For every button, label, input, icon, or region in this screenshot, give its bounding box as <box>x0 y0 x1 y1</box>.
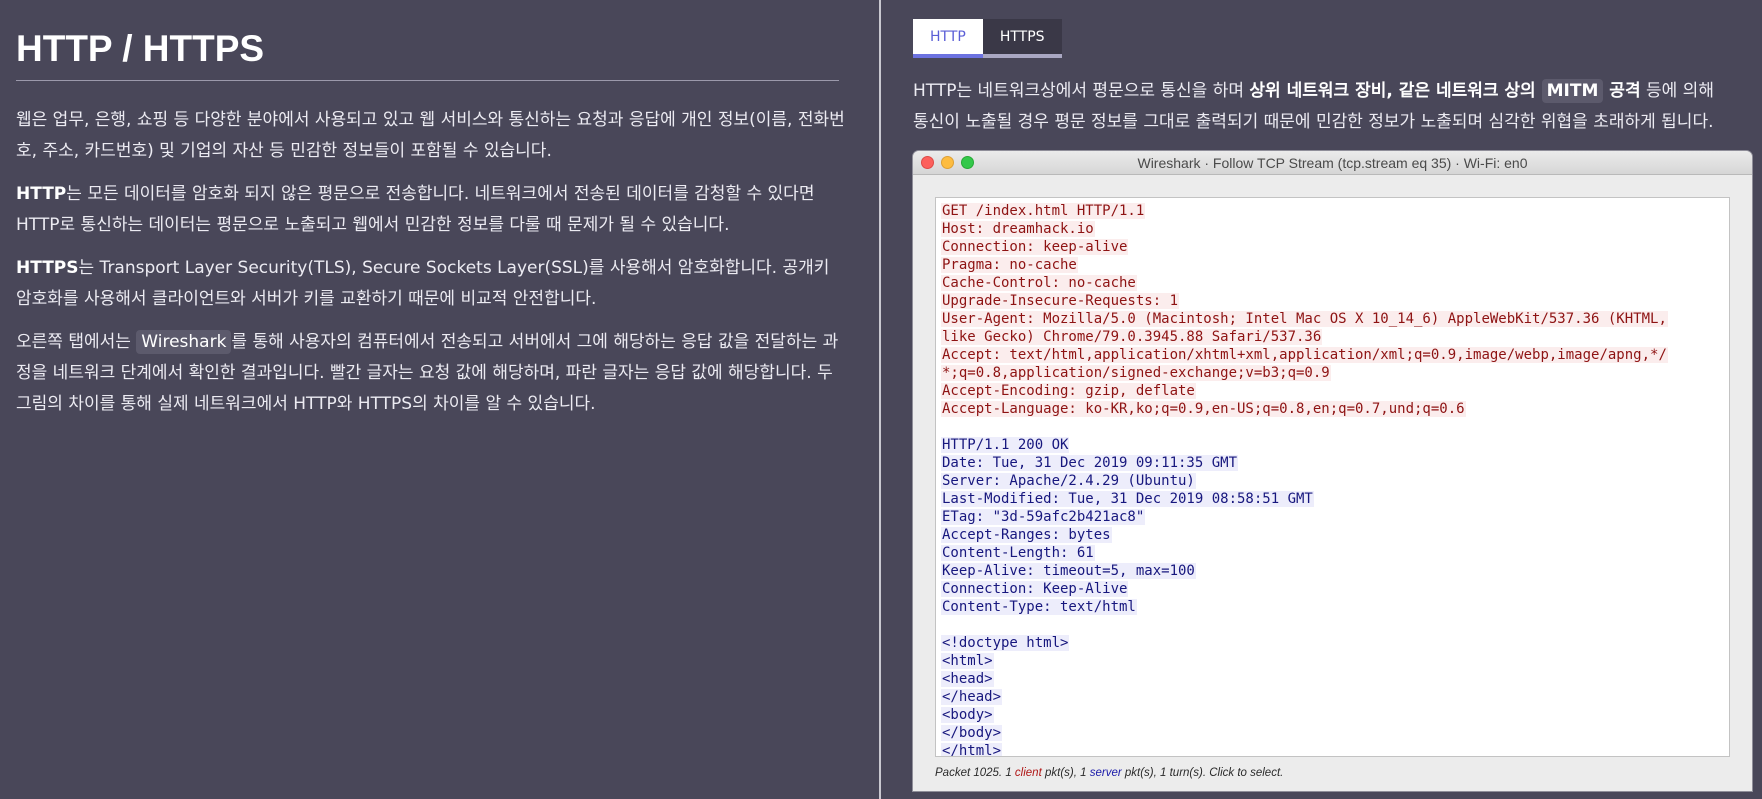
https-paragraph-text: 는 Transport Layer Security(TLS), Secure … <box>16 258 830 309</box>
mitm-chip: MITM <box>1541 79 1604 103</box>
status-mid: pkt(s), 1 <box>1041 767 1090 779</box>
response-body-block: <!doctype html> <html> <head> </head> <body>… <box>941 634 1724 757</box>
response-body-line: <!doctype html> <box>941 634 1724 652</box>
status-client: client <box>1014 767 1042 779</box>
request-line: Connection: keep-alive <box>941 238 1724 256</box>
request-line: Accept-Language: ko-KR,ko;q=0.9,en-US;q=… <box>941 400 1724 418</box>
response-header-line: Content-Type: text/html <box>941 598 1724 616</box>
response-body-line-text: <html> <box>941 653 994 669</box>
response-header-line: Accept-Ranges: bytes <box>941 526 1724 544</box>
tcp-stream-pane[interactable]: GET /index.html HTTP/1.1 Host: dreamhack.… <box>935 197 1730 757</box>
status-pre: Packet 1025. 1 <box>935 767 1015 779</box>
response-header-line: Keep-Alive: timeout=5, max=100 <box>941 562 1724 580</box>
request-line-text: Accept: text/html,application/xhtml+xml,… <box>941 347 1668 363</box>
wireshark-paragraph: 오른쪽 탭에서는 Wireshark 를 통해 사용자의 컴퓨터에서 전송되고 서… <box>16 327 846 420</box>
window-titlebar[interactable]: Wireshark · Follow TCP Stream (tcp.strea… <box>913 151 1752 175</box>
request-line-text: User-Agent: Mozilla/5.0 (Macintosh; Inte… <box>941 311 1668 327</box>
response-header-line: Connection: Keep-Alive <box>941 580 1724 598</box>
desc-line1-bold: 상위 네트워크 장비, 같은 네트워크 상의 <box>1249 81 1542 101</box>
status-post: pkt(s), 1 turn(s). Click to select. <box>1121 767 1284 779</box>
response-header-line-text: Content-Type: text/html <box>941 599 1137 615</box>
response-header-line: Content-Length: 61 <box>941 544 1724 562</box>
http-paragraph: HTTP는 모든 데이터를 암호화 되지 않은 평문으로 전송합니다. 네트워크… <box>16 179 846 241</box>
request-line: Pragma: no-cache <box>941 256 1724 274</box>
request-line-text: *;q=0.8,application/signed-exchange;v=b3… <box>941 365 1331 381</box>
response-header-line-text: HTTP/1.1 200 OK <box>941 437 1070 453</box>
response-body-line: </html> <box>941 742 1724 757</box>
response-header-line-text: Server: Apache/2.4.29 (Ubuntu) <box>941 473 1196 489</box>
response-body-line-text: </head> <box>941 689 1003 705</box>
tab-http[interactable]: HTTP <box>913 19 983 58</box>
request-line: Accept: text/html,application/xhtml+xml,… <box>941 346 1724 364</box>
status-server: server <box>1089 767 1122 779</box>
desc-line1-pre: HTTP는 네트워크상에서 평문으로 통신을 하며 <box>913 81 1250 101</box>
http-term: HTTP <box>16 184 67 204</box>
request-line: *;q=0.8,application/signed-exchange;v=b3… <box>941 364 1724 382</box>
request-line-text: Upgrade-Insecure-Requests: 1 <box>941 293 1180 309</box>
response-header-line: Date: Tue, 31 Dec 2019 09:11:35 GMT <box>941 454 1724 472</box>
response-header-line: Last-Modified: Tue, 31 Dec 2019 08:58:51… <box>941 490 1724 508</box>
response-header-line-text: Last-Modified: Tue, 31 Dec 2019 08:58:51… <box>941 491 1314 507</box>
http-description: HTTP는 네트워크상에서 평문으로 통신을 하며 상위 네트워크 장비, 같은… <box>913 76 1753 138</box>
response-body-line: <body> <box>941 706 1724 724</box>
tab-bar: HTTP HTTPS <box>913 19 1062 58</box>
response-headers-block: HTTP/1.1 200 OK Date: Tue, 31 Dec 2019 09… <box>941 436 1724 616</box>
tab-https[interactable]: HTTPS <box>982 19 1062 58</box>
desc-line2: 통신이 노출될 경우 평문 정보를 그대로 출력되기 때문에 민감한 정보가 노… <box>913 112 1714 132</box>
response-body-line-text: <head> <box>941 671 994 687</box>
response-header-line: HTTP/1.1 200 OK <box>941 436 1724 454</box>
request-line: GET /index.html HTTP/1.1 <box>941 202 1724 220</box>
wireshark-window: Wireshark · Follow TCP Stream (tcp.strea… <box>913 151 1752 791</box>
intro-paragraph: 웹은 업무, 은행, 쇼핑 등 다양한 분야에서 사용되고 있고 웹 서비스와 … <box>16 110 845 161</box>
request-line-text: Accept-Encoding: gzip, deflate <box>941 383 1196 399</box>
request-line-text: like Gecko) Chrome/79.0.3945.88 Safari/5… <box>941 329 1323 345</box>
desc-line1-post: 등에 의해 <box>1640 81 1714 101</box>
request-line-text: Cache-Control: no-cache <box>941 275 1137 291</box>
request-line: Accept-Encoding: gzip, deflate <box>941 382 1724 400</box>
request-line: Cache-Control: no-cache <box>941 274 1724 292</box>
response-header-line-text: Content-Length: 61 <box>941 545 1095 561</box>
request-line-text: Connection: keep-alive <box>941 239 1129 255</box>
response-body-line: <head> <box>941 670 1724 688</box>
desc-line1-bold2: 공격 <box>1603 81 1641 101</box>
response-header-line: ETag: "3d-59afc2b421ac8" <box>941 508 1724 526</box>
https-term: HTTPS <box>16 258 79 278</box>
request-line-text: Pragma: no-cache <box>941 257 1078 273</box>
response-header-line: Server: Apache/2.4.29 (Ubuntu) <box>941 472 1724 490</box>
response-body-line: </head> <box>941 688 1724 706</box>
response-header-line-text: Accept-Ranges: bytes <box>941 527 1112 543</box>
request-line: User-Agent: Mozilla/5.0 (Macintosh; Inte… <box>941 310 1724 328</box>
left-panel: HTTP / HTTPS 웹은 업무, 은행, 쇼핑 등 다양한 분야에서 사용… <box>0 0 878 799</box>
window-title: Wireshark · Follow TCP Stream (tcp.strea… <box>1137 155 1528 171</box>
request-line-text: Accept-Language: ko-KR,ko;q=0.9,en-US;q=… <box>941 401 1466 417</box>
request-line-text: Host: dreamhack.io <box>941 221 1095 237</box>
request-line: Host: dreamhack.io <box>941 220 1724 238</box>
wireshark-paragraph-pre: 오른쪽 탭에서는 <box>16 332 137 352</box>
wireshark-chip: Wireshark <box>136 330 232 354</box>
response-body-line-text: <body> <box>941 707 994 723</box>
response-header-line-text: Keep-Alive: timeout=5, max=100 <box>941 563 1196 579</box>
response-header-line-text: Date: Tue, 31 Dec 2019 09:11:35 GMT <box>941 455 1239 471</box>
request-line: Upgrade-Insecure-Requests: 1 <box>941 292 1724 310</box>
response-body-line-text: </html> <box>941 743 1003 757</box>
response-body-line-text: <!doctype html> <box>941 635 1070 651</box>
request-line: like Gecko) Chrome/79.0.3945.88 Safari/5… <box>941 328 1724 346</box>
response-header-line-text: ETag: "3d-59afc2b421ac8" <box>941 509 1146 525</box>
response-body-line: </body> <box>941 724 1724 742</box>
response-header-line-text: Connection: Keep-Alive <box>941 581 1129 597</box>
status-bar: Packet 1025. 1 client pkt(s), 1 server p… <box>935 767 1283 779</box>
request-line-text: GET /index.html HTTP/1.1 <box>941 203 1146 219</box>
page-title: HTTP / HTTPS <box>16 26 839 81</box>
right-panel: HTTP HTTPS HTTP는 네트워크상에서 평문으로 통신을 하며 상위 … <box>881 0 1762 799</box>
https-paragraph: HTTPS는 Transport Layer Security(TLS), Se… <box>16 253 846 315</box>
http-paragraph-text: 는 모든 데이터를 암호화 되지 않은 평문으로 전송합니다. 네트워크에서 전… <box>16 184 815 235</box>
response-body-line: <html> <box>941 652 1724 670</box>
request-block: GET /index.html HTTP/1.1 Host: dreamhack.… <box>941 202 1724 418</box>
response-body-line-text: </body> <box>941 725 1003 741</box>
